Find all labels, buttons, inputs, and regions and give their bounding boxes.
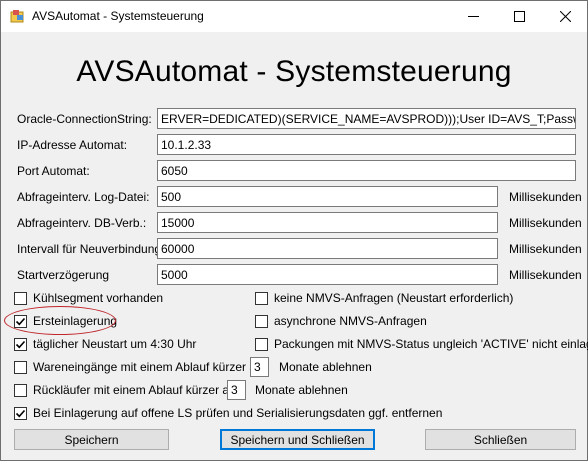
maximize-button[interactable] <box>496 1 542 32</box>
page-heading: AVSAutomat - Systemsteuerung <box>76 55 512 88</box>
checkmark-icon <box>15 409 26 417</box>
start-delay-unit: Millisekunden <box>509 268 582 282</box>
kuehlsegment-label: Kühlsegment vorhanden <box>33 291 164 305</box>
ip-address-label: IP-Adresse Automat: <box>17 138 128 152</box>
title-bar[interactable]: AVSAutomat - Systemsteuerung <box>1 1 587 32</box>
checkbox-box[interactable] <box>14 291 27 305</box>
reconnect-interval-input[interactable]: 60000 <box>157 238 498 259</box>
close-window-button[interactable]: Schließen <box>425 429 576 450</box>
save-and-close-button[interactable]: Speichern und Schließen <box>220 429 375 450</box>
db-interval-unit: Millisekunden <box>509 216 582 230</box>
neustart-label: täglicher Neustart um 4:30 Uhr <box>33 337 197 351</box>
async-nmvs-label: asynchrone NMVS-Anfragen <box>274 314 427 328</box>
reconnect-interval-label: Intervall für Neuverbindung: <box>17 242 165 256</box>
wareneingaenge-checkbox[interactable]: Wareneingänge mit einem Ablauf kürzer al… <box>14 360 265 374</box>
port-label: Port Automat: <box>17 164 90 178</box>
wareneingaenge-label: Wareneingänge mit einem Ablauf kürzer al… <box>33 360 265 374</box>
packungen-status-label: Packungen mit NMVS-Status ungleich 'ACTI… <box>274 337 588 351</box>
oracle-connection-input[interactable]: ERVER=DEDICATED)(SERVICE_NAME=AVSPROD)))… <box>157 108 576 129</box>
checkbox-box[interactable] <box>255 314 268 328</box>
window-title: AVSAutomat - Systemsteuerung <box>32 9 204 23</box>
app-icon <box>10 9 25 24</box>
port-input[interactable]: 6050 <box>157 160 576 181</box>
keine-nmvs-checkbox[interactable]: keine NMVS-Anfragen (Neustart erforderli… <box>255 291 513 305</box>
start-delay-input[interactable]: 5000 <box>157 264 498 285</box>
checkbox-box[interactable] <box>14 360 27 374</box>
save-button[interactable]: Speichern <box>14 429 169 450</box>
checkbox-box[interactable] <box>14 383 27 397</box>
ruecklaeufer-label: Rückläufer mit einem Ablauf kürzer als <box>33 383 238 397</box>
einlagerung-ls-label: Bei Einlagerung auf offene LS prüfen und… <box>33 406 443 420</box>
ip-address-input[interactable]: 10.1.2.33 <box>157 134 576 155</box>
log-interval-label: Abfrageinterv. Log-Datei: <box>17 190 150 204</box>
wareneingaenge-suffix: Monate ablehnen <box>279 360 372 374</box>
checkbox-box[interactable] <box>14 406 27 420</box>
start-delay-label: Startverzögerung <box>17 268 110 282</box>
minimize-button[interactable] <box>450 1 496 32</box>
log-interval-unit: Millisekunden <box>509 190 582 204</box>
close-button[interactable] <box>542 1 588 32</box>
main-window: AVSAutomat - Systemsteuerung AVSAutomat … <box>0 0 588 461</box>
oracle-connection-label: Oracle-ConnectionString: <box>17 112 152 126</box>
checkbox-box[interactable] <box>255 291 268 305</box>
ersteinlagerung-label: Ersteinlagerung <box>33 314 118 328</box>
neustart-checkbox[interactable]: täglicher Neustart um 4:30 Uhr <box>14 337 196 351</box>
kuehlsegment-checkbox[interactable]: Kühlsegment vorhanden <box>14 291 163 305</box>
ersteinlagerung-checkbox[interactable]: Ersteinlagerung <box>14 314 117 328</box>
wareneingaenge-months-input[interactable]: 3 <box>250 357 269 377</box>
checkbox-box[interactable] <box>14 337 27 351</box>
packungen-status-checkbox[interactable]: Packungen mit NMVS-Status ungleich 'ACTI… <box>255 337 588 351</box>
async-nmvs-checkbox[interactable]: asynchrone NMVS-Anfragen <box>255 314 427 328</box>
checkmark-icon <box>15 317 26 325</box>
reconnect-interval-unit: Millisekunden <box>509 242 582 256</box>
ruecklaeufer-checkbox[interactable]: Rückläufer mit einem Ablauf kürzer als <box>14 383 238 397</box>
einlagerung-ls-checkbox[interactable]: Bei Einlagerung auf offene LS prüfen und… <box>14 406 442 420</box>
log-interval-input[interactable]: 500 <box>157 186 498 207</box>
checkbox-box[interactable] <box>255 337 268 351</box>
ruecklaeufer-months-input[interactable]: 3 <box>227 380 246 400</box>
checkbox-box[interactable] <box>14 314 27 328</box>
minimize-icon <box>467 16 479 17</box>
db-interval-label: Abfrageinterv. DB-Verb.: <box>17 216 147 230</box>
ruecklaeufer-suffix: Monate ablehnen <box>255 383 348 397</box>
db-interval-input[interactable]: 15000 <box>157 212 498 233</box>
checkmark-icon <box>15 340 26 348</box>
close-icon <box>559 11 571 22</box>
maximize-icon <box>513 11 525 22</box>
keine-nmvs-label: keine NMVS-Anfragen (Neustart erforderli… <box>274 291 514 305</box>
